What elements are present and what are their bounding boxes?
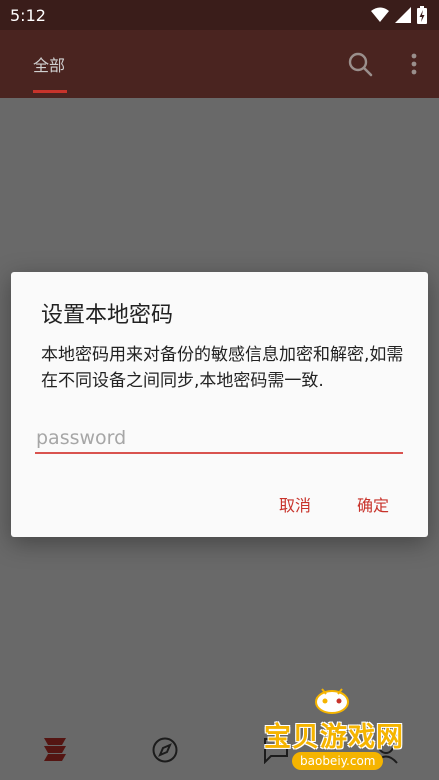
wifi-icon xyxy=(371,7,389,22)
confirm-button[interactable]: 确定 xyxy=(357,492,389,516)
screen: 5:12 全部 设置本地密码 本地密码用来对备份的敏感信息加密和解密,如需在不同… xyxy=(0,0,439,780)
dialog-title: 设置本地密码 xyxy=(41,303,174,328)
gamepad-mascot-icon xyxy=(315,688,349,714)
tab-indicator xyxy=(33,90,67,93)
battery-icon xyxy=(417,6,427,24)
password-input[interactable] xyxy=(35,424,403,454)
set-password-dialog: 设置本地密码 本地密码用来对备份的敏感信息加密和解密,如需在不同设备之间同步,本… xyxy=(11,272,428,537)
status-bar: 5:12 xyxy=(0,0,439,30)
watermark-url: baobeiy.com xyxy=(292,752,384,770)
cancel-button[interactable]: 取消 xyxy=(279,492,311,516)
watermark: 宝贝游戏网 baobeiy.com xyxy=(262,685,412,780)
watermark-title: 宝贝游戏网 xyxy=(264,722,404,753)
dialog-message: 本地密码用来对备份的敏感信息加密和解密,如需在不同设备之间同步,本地密码需一致. xyxy=(41,345,404,391)
more-vert-icon[interactable] xyxy=(400,50,428,78)
status-time: 5:12 xyxy=(10,5,46,25)
status-icons xyxy=(371,6,427,24)
search-icon[interactable] xyxy=(346,50,374,78)
signal-icon xyxy=(395,7,411,23)
app-bar: 全部 xyxy=(0,30,439,98)
tab-all[interactable]: 全部 xyxy=(33,52,65,76)
